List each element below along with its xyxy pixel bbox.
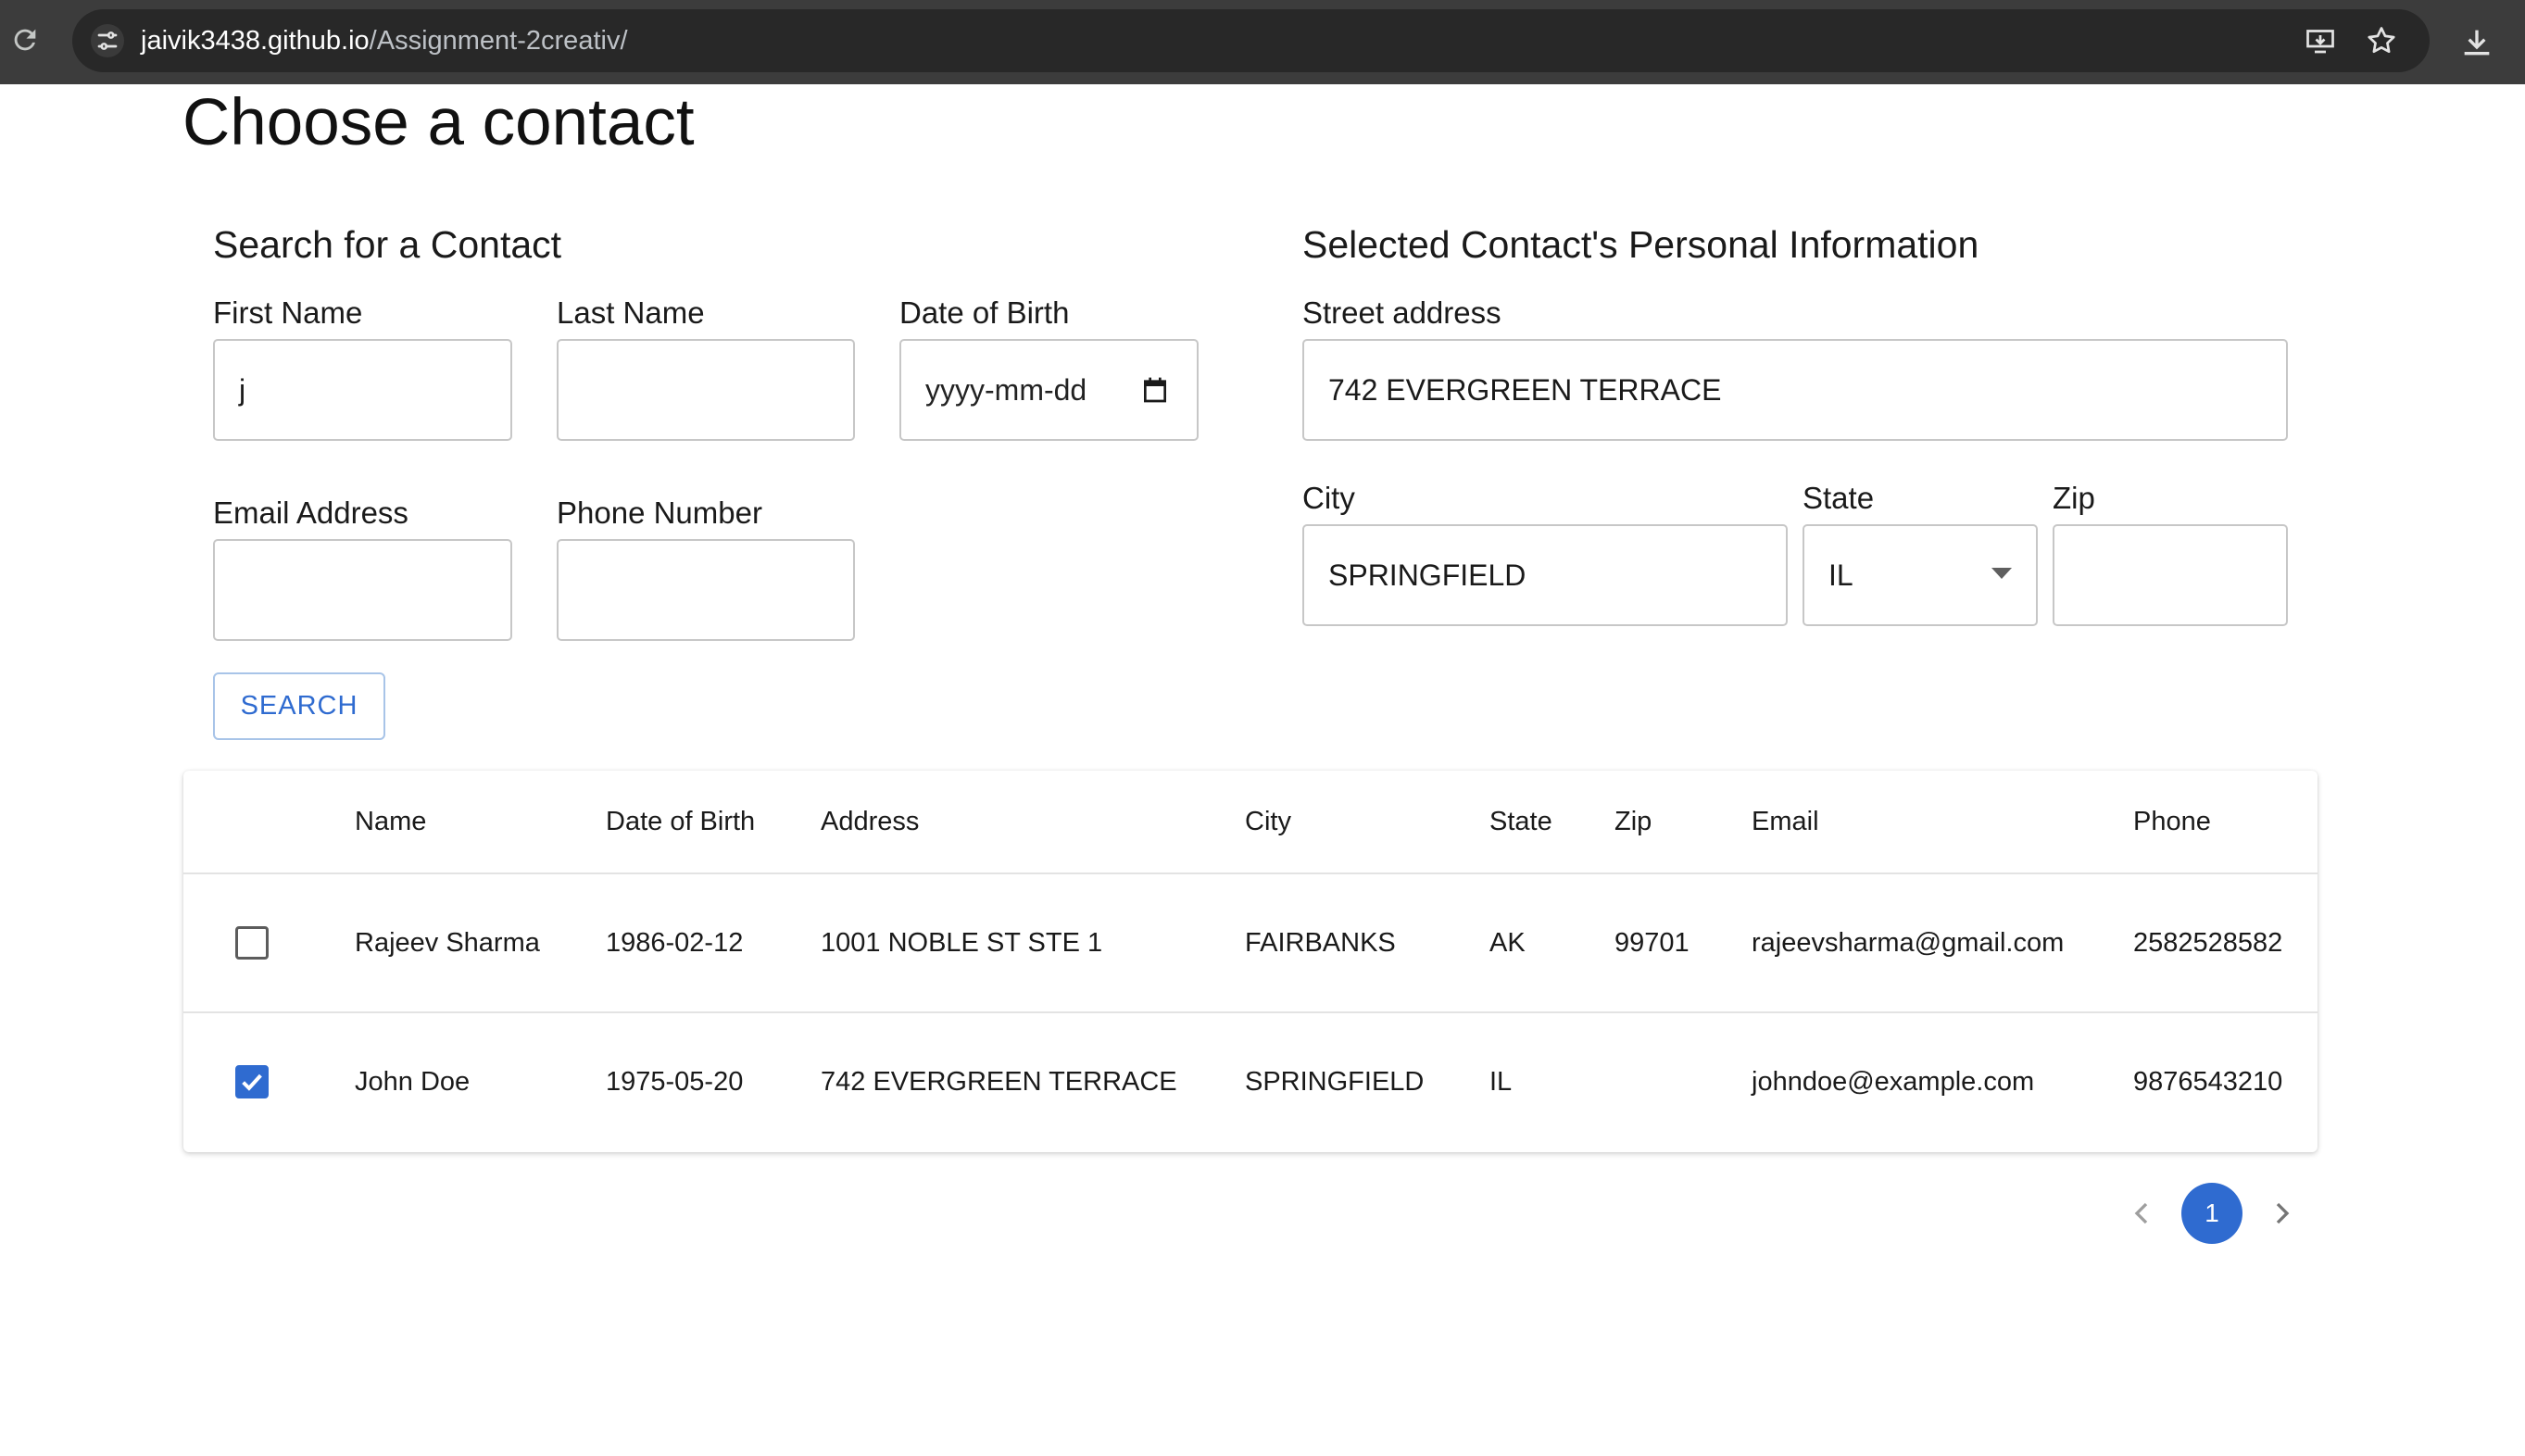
city-label: City	[1302, 481, 1355, 515]
dob-placeholder: yyyy-mm-dd	[925, 373, 1087, 407]
selected-section-title: Selected Contact's Personal Information	[1302, 223, 1979, 266]
cell-city: SPRINGFIELD	[1245, 1067, 1425, 1097]
column-header-phone[interactable]: Phone	[2133, 805, 2211, 838]
bookmark-star-icon[interactable]	[2365, 24, 2398, 57]
state-select[interactable]: IL	[1803, 524, 2038, 626]
email-input[interactable]	[213, 539, 512, 641]
contacts-table: Name Date of Birth Address City State Zi…	[183, 771, 2318, 1152]
cell-zip: 99701	[1614, 928, 1690, 958]
row-divider	[183, 1011, 2318, 1013]
download-icon[interactable]	[2458, 24, 2495, 61]
state-label: State	[1803, 481, 1875, 515]
last-name-label: Last Name	[557, 295, 705, 330]
column-header-email[interactable]: Email	[1752, 805, 1819, 838]
checkmark-icon	[242, 1073, 262, 1091]
phone-label: Phone Number	[557, 496, 762, 530]
column-header-state[interactable]: State	[1489, 805, 1552, 838]
first-name-value: j	[239, 373, 246, 407]
url-host: jaivik3438.github.io	[141, 26, 370, 56]
zip-label: Zip	[2053, 481, 2095, 515]
cell-address: 742 EVERGREEN TERRACE	[821, 1067, 1177, 1097]
first-name-label: First Name	[213, 295, 363, 330]
page-button-current[interactable]: 1	[2181, 1183, 2242, 1244]
column-header-dob[interactable]: Date of Birth	[606, 805, 755, 838]
cell-name: John Doe	[355, 1067, 471, 1097]
search-button[interactable]: SEARCH	[213, 672, 385, 740]
search-section-title: Search for a Contact	[213, 223, 562, 266]
street-value: 742 EVERGREEN TERRACE	[1328, 373, 1722, 407]
url-text[interactable]: jaivik3438.github.io/Assignment-2creativ…	[141, 22, 628, 59]
city-value: SPRINGFIELD	[1328, 559, 1526, 592]
phone-input[interactable]	[557, 539, 855, 641]
cell-email: rajeevsharma@gmail.com	[1752, 928, 2065, 958]
address-bar[interactable]: jaivik3438.github.io/Assignment-2creativ…	[72, 9, 2430, 72]
dob-input[interactable]: yyyy-mm-dd	[899, 339, 1199, 441]
column-header-zip[interactable]: Zip	[1614, 805, 1652, 838]
cell-city: FAIRBANKS	[1245, 928, 1396, 958]
browser-toolbar: jaivik3438.github.io/Assignment-2creativ…	[0, 0, 2525, 84]
next-page-icon[interactable]	[2264, 1195, 2301, 1232]
prev-page-icon[interactable]	[2123, 1195, 2160, 1232]
dob-label: Date of Birth	[899, 295, 1070, 330]
email-label: Email Address	[213, 496, 408, 530]
cell-dob: 1975-05-20	[606, 1067, 744, 1097]
cell-phone: 9876543210	[2133, 1067, 2283, 1097]
city-input[interactable]: SPRINGFIELD	[1302, 524, 1788, 626]
cell-state: IL	[1489, 1067, 1513, 1097]
column-header-address[interactable]: Address	[821, 805, 919, 838]
install-app-icon[interactable]	[2304, 24, 2337, 57]
column-header-city[interactable]: City	[1245, 805, 1291, 838]
reload-icon[interactable]	[9, 24, 41, 56]
first-name-input[interactable]: j	[213, 339, 512, 441]
street-label: Street address	[1302, 295, 1501, 330]
state-value: IL	[1828, 559, 1853, 592]
zip-input[interactable]	[2053, 524, 2288, 626]
row-checkbox-checked[interactable]	[235, 1065, 269, 1098]
calendar-icon[interactable]	[1140, 375, 1170, 405]
dropdown-arrow-icon	[1991, 568, 2012, 579]
column-header-name[interactable]: Name	[355, 805, 426, 838]
street-input[interactable]: 742 EVERGREEN TERRACE	[1302, 339, 2288, 441]
cell-state: AK	[1489, 928, 1526, 958]
url-path: /Assignment-2creativ/	[369, 26, 628, 56]
row-checkbox[interactable]	[235, 926, 269, 960]
header-divider	[183, 872, 2318, 874]
cell-email: johndoe@example.com	[1752, 1067, 2035, 1097]
page-title: Choose a contact	[182, 86, 695, 159]
cell-phone: 2582528582	[2133, 928, 2283, 958]
cell-address: 1001 NOBLE ST STE 1	[821, 928, 1103, 958]
cell-dob: 1986-02-12	[606, 928, 744, 958]
site-info-icon[interactable]	[91, 24, 124, 57]
last-name-input[interactable]	[557, 339, 855, 441]
cell-name: Rajeev Sharma	[355, 928, 540, 958]
